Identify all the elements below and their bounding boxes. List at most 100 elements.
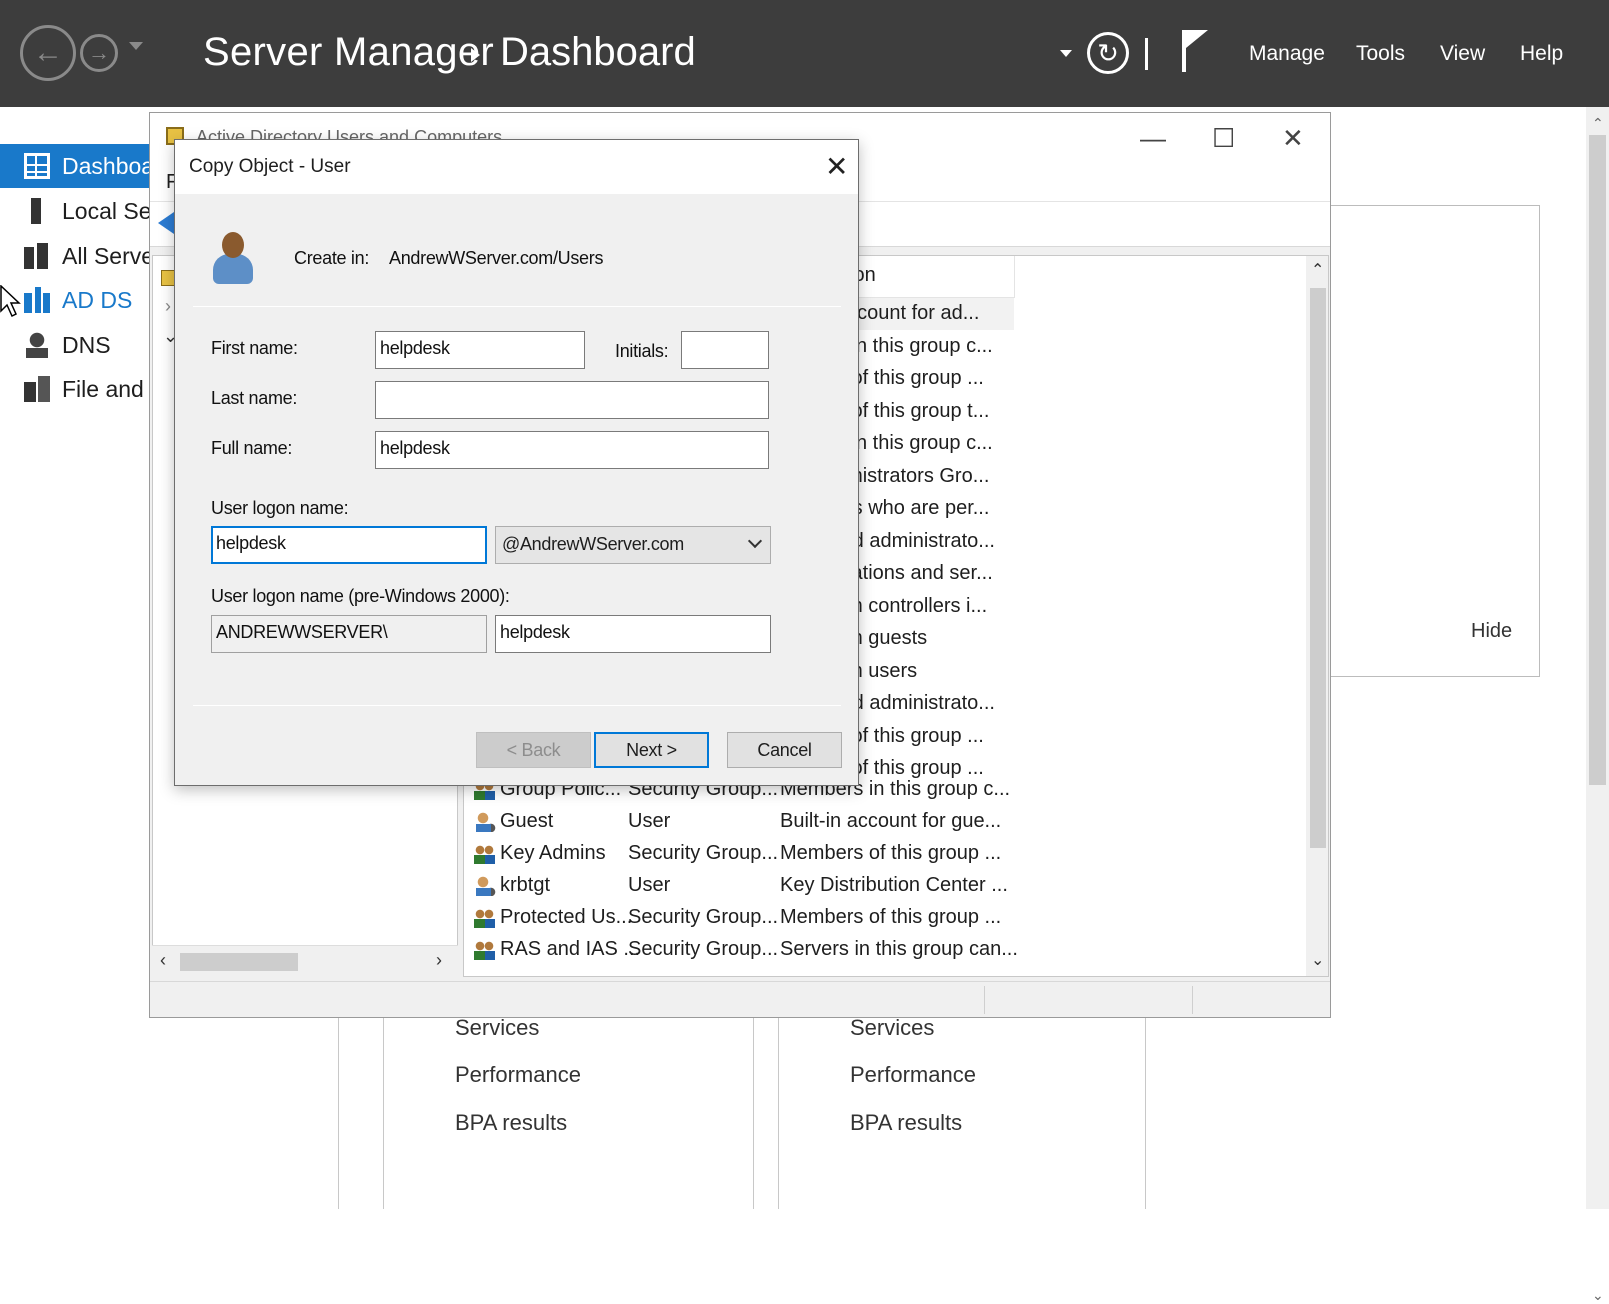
dns-icon <box>24 332 50 358</box>
back-arrow-icon[interactable]: ← <box>20 25 76 81</box>
sidebar-item-local-server[interactable]: Local Server <box>0 189 150 233</box>
divider-top <box>193 306 841 307</box>
initials-field[interactable] <box>681 331 769 369</box>
file-storage-icon <box>24 376 50 402</box>
ad-ds-icon <box>24 287 50 313</box>
tile-left-performance[interactable]: Performance <box>455 1062 581 1088</box>
header-dropdown-icon[interactable] <box>1060 50 1072 57</box>
minimize-icon[interactable]: — <box>1140 123 1166 154</box>
menu-help[interactable]: Help <box>1520 42 1563 66</box>
cell-type: User <box>628 874 671 896</box>
history-dropdown-icon[interactable] <box>129 42 143 50</box>
scroll-down-icon[interactable]: ⌄ <box>1592 1287 1604 1304</box>
table-row[interactable]: RAS and IAS ... Security Group... Servers … <box>464 934 1018 966</box>
table-row[interactable]: krbtgt User Key Distribution Center ... <box>464 870 1014 902</box>
chevron-down-icon <box>747 533 763 549</box>
sidebar: Dashboard Local Server All Servers AD DS… <box>0 107 150 1209</box>
menu-tools[interactable]: Tools <box>1356 42 1405 66</box>
tile-right-performance[interactable]: Performance <box>850 1062 976 1088</box>
table-row[interactable]: Guest User Built-in account for gue... <box>464 806 1014 838</box>
tree-horizontal-scrollbar[interactable]: ‹ › <box>152 945 458 977</box>
first-name-field[interactable]: helpdesk <box>375 331 585 369</box>
menu-view[interactable]: View <box>1440 42 1485 66</box>
maximize-icon[interactable]: ☐ <box>1212 123 1235 154</box>
create-in-label: Create in: <box>294 248 370 268</box>
cancel-button[interactable]: Cancel <box>727 732 842 768</box>
scroll-up-icon[interactable]: ⌃ <box>1311 260 1324 280</box>
scrollbar-thumb[interactable] <box>1310 288 1326 848</box>
main-scrollbar[interactable]: ⌃ ⌄ <box>1586 107 1609 1303</box>
user-icon <box>213 232 253 284</box>
first-name-label: First name: <box>211 338 298 358</box>
refresh-icon[interactable]: ↻ <box>1087 32 1129 74</box>
sidebar-item-label: AD DS <box>62 286 133 313</box>
dashboard-icon <box>24 153 50 179</box>
upn-suffix-value: @AndrewWServer.com <box>502 534 684 554</box>
sidebar-item-dashboard[interactable]: Dashboard <box>0 144 150 188</box>
menu-manage[interactable]: Manage <box>1249 42 1325 66</box>
table-row[interactable]: Protected Us... Security Group... Members … <box>464 902 1014 934</box>
toolbar-back-icon[interactable] <box>158 212 174 234</box>
list-item-description: ted administrato... <box>836 692 995 714</box>
security-group-icon <box>474 908 496 928</box>
initials-label: Initials: <box>615 341 669 361</box>
server-manager-header: ← → Server Manager Dashboard ↻ Manage To… <box>0 0 1609 107</box>
cell-description: Members of this group ... <box>780 906 1002 928</box>
aduc-statusbar <box>150 981 1330 1017</box>
tree-collapse-icon[interactable]: › <box>165 296 171 317</box>
table-row[interactable]: Key Admins Security Group... Members of th… <box>464 838 1014 870</box>
hide-link[interactable]: Hide <box>1471 620 1512 643</box>
cell-type: Security Group... <box>628 906 779 928</box>
list-item-description: s in this group c... <box>836 334 993 357</box>
cell-type: Security Group... <box>628 842 779 864</box>
scroll-up-icon[interactable]: ⌃ <box>1592 115 1604 132</box>
scroll-left-icon[interactable]: ‹ <box>160 950 166 971</box>
scroll-right-icon[interactable]: › <box>436 950 442 971</box>
cell-name: Key Admins <box>500 842 606 864</box>
sidebar-item-label: Dashboard <box>62 152 150 179</box>
app-title: Server Manager <box>203 30 494 74</box>
tile-left-services[interactable]: Services <box>455 1015 539 1041</box>
scroll-down-icon[interactable]: ⌄ <box>1311 950 1324 970</box>
dialog-title: Copy Object - User <box>189 156 351 177</box>
pre-windows-2000-logon-field[interactable]: helpdesk <box>495 615 771 653</box>
back-button[interactable]: < Back <box>476 732 591 768</box>
sidebar-item-ad-ds[interactable]: AD DS <box>0 278 150 322</box>
close-icon[interactable]: ✕ <box>1282 123 1304 154</box>
tile-right-services[interactable]: Services <box>850 1015 934 1041</box>
cell-description: Servers in this group can... <box>780 938 1018 960</box>
sidebar-item-file-storage[interactable]: File and Storage Services <box>0 367 150 411</box>
sidebar-item-dns[interactable]: DNS <box>0 323 150 367</box>
last-name-label: Last name: <box>211 388 298 408</box>
security-group-icon <box>474 940 496 960</box>
list-item-description: ted administrato... <box>836 529 995 552</box>
tile-right-bpa-results[interactable]: BPA results <box>850 1110 962 1136</box>
cell-type: Security Group... <box>628 938 779 960</box>
dialog-close-icon[interactable]: ✕ <box>825 150 848 183</box>
notifications-flag-icon[interactable] <box>1180 30 1210 72</box>
last-name-field[interactable] <box>375 381 769 419</box>
sidebar-item-all-servers[interactable]: All Servers <box>0 234 150 278</box>
column-header-description[interactable]: ion <box>842 264 1002 298</box>
list-item-description: ninistrators Gro... <box>836 464 990 487</box>
full-name-field[interactable]: helpdesk <box>375 431 769 469</box>
upn-suffix-select[interactable]: @AndrewWServer.com <box>495 526 771 564</box>
user-account-icon <box>474 812 496 832</box>
security-group-icon <box>474 844 496 864</box>
forward-arrow-icon[interactable]: → <box>80 34 118 72</box>
tile-left-bpa-results[interactable]: BPA results <box>455 1110 567 1136</box>
cell-name: Protected Us... <box>500 906 633 928</box>
list-vertical-scrollbar[interactable]: ⌃ ⌄ <box>1306 256 1328 976</box>
cell-description: Key Distribution Center ... <box>780 874 1008 896</box>
page-title: Dashboard <box>500 30 696 74</box>
full-name-label: Full name: <box>211 438 293 458</box>
list-item-description: s of this group t... <box>836 399 990 422</box>
user-logon-name-label: User logon name: <box>211 498 349 518</box>
sidebar-item-label: DNS <box>62 331 111 358</box>
user-logon-name-field[interactable]: helpdesk <box>211 526 487 564</box>
next-button[interactable]: Next > <box>594 732 709 768</box>
scrollbar-thumb[interactable] <box>180 953 298 971</box>
pre-windows-2000-domain-field: ANDREWWSERVER\ <box>211 615 487 653</box>
scrollbar-thumb[interactable] <box>1589 135 1606 785</box>
header-divider <box>1145 38 1148 70</box>
